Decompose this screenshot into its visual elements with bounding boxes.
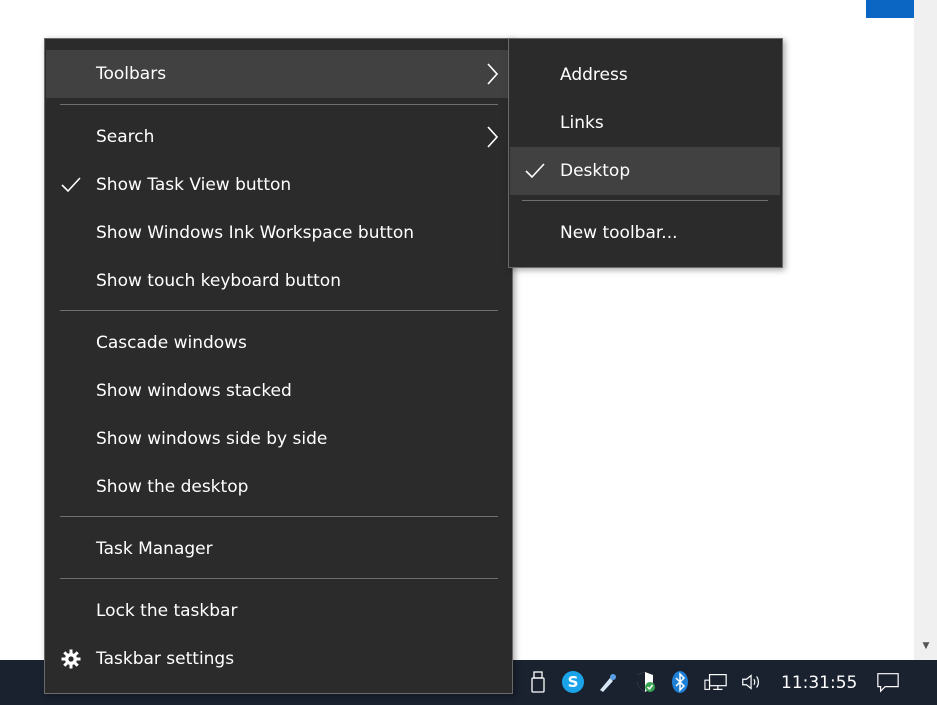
menu-item-label: Address [560,65,628,85]
submenu-item-links[interactable]: Links [510,99,780,147]
skype-icon[interactable]: S [561,670,585,694]
vertical-scrollbar[interactable] [914,0,937,660]
windows-defender-icon[interactable] [633,670,657,694]
window-accent-strip [866,0,914,18]
menu-item-show-touch-keyboard[interactable]: Show touch keyboard button [46,257,508,305]
menu-item-search[interactable]: Search [46,113,508,161]
menu-item-cascade-windows[interactable]: Cascade windows [46,319,508,367]
submenu-item-address[interactable]: Address [510,51,780,99]
submenu-item-desktop[interactable]: Desktop [510,147,780,195]
menu-item-label: Toolbars [96,64,167,84]
menu-item-show-windows-side-by-side[interactable]: Show windows side by side [46,415,508,463]
menu-item-label: Search [96,127,155,147]
menu-item-label: Show Task View button [96,175,292,195]
submenu-item-new-toolbar[interactable]: New toolbar... [510,209,780,257]
menu-separator [522,200,768,201]
toolbars-submenu: Address Links Desktop New toolbar... [508,38,783,268]
menu-separator [60,578,498,579]
menu-item-label: Show touch keyboard button [96,271,341,291]
menu-item-label: Show Windows Ink Workspace button [96,223,414,243]
menu-item-label: Desktop [560,161,631,181]
taskbar-clock[interactable]: 11:31:55 [781,673,857,693]
usb-drive-icon[interactable] [526,670,550,694]
network-icon[interactable] [704,670,728,694]
volume-icon[interactable] [740,670,764,694]
taskbar-context-menu: Toolbars Search Show Task View button Sh… [44,38,513,694]
gear-icon [60,648,82,670]
menu-item-show-ink-workspace[interactable]: Show Windows Ink Workspace button [46,209,508,257]
menu-item-label: New toolbar... [560,223,678,243]
chevron-right-icon [484,62,500,86]
menu-item-label: Show windows stacked [96,381,292,401]
menu-item-label: Show windows side by side [96,429,328,449]
scroll-down-arrow-icon[interactable]: ▼ [920,641,932,651]
menu-separator [60,516,498,517]
menu-separator [60,310,498,311]
menu-item-label: Taskbar settings [96,649,235,669]
menu-item-label: Task Manager [96,539,213,559]
menu-separator [60,104,498,105]
menu-item-lock-taskbar[interactable]: Lock the taskbar [46,587,508,635]
svg-text:S: S [568,673,579,691]
checkmark-icon [524,160,546,182]
menu-item-show-task-view[interactable]: Show Task View button [46,161,508,209]
pen-tool-icon[interactable] [596,670,620,694]
menu-item-label: Show the desktop [96,477,249,497]
action-center-icon[interactable] [876,670,900,694]
menu-item-label: Links [560,113,604,133]
menu-item-label: Cascade windows [96,333,247,353]
menu-item-toolbars[interactable]: Toolbars [46,50,508,98]
checkmark-icon [60,174,82,196]
menu-item-label: Lock the taskbar [96,601,238,621]
chevron-right-icon [484,125,500,149]
menu-item-show-windows-stacked[interactable]: Show windows stacked [46,367,508,415]
menu-item-taskbar-settings[interactable]: Taskbar settings [46,635,508,683]
menu-item-show-the-desktop[interactable]: Show the desktop [46,463,508,511]
bluetooth-icon[interactable] [668,670,692,694]
menu-item-task-manager[interactable]: Task Manager [46,525,508,573]
